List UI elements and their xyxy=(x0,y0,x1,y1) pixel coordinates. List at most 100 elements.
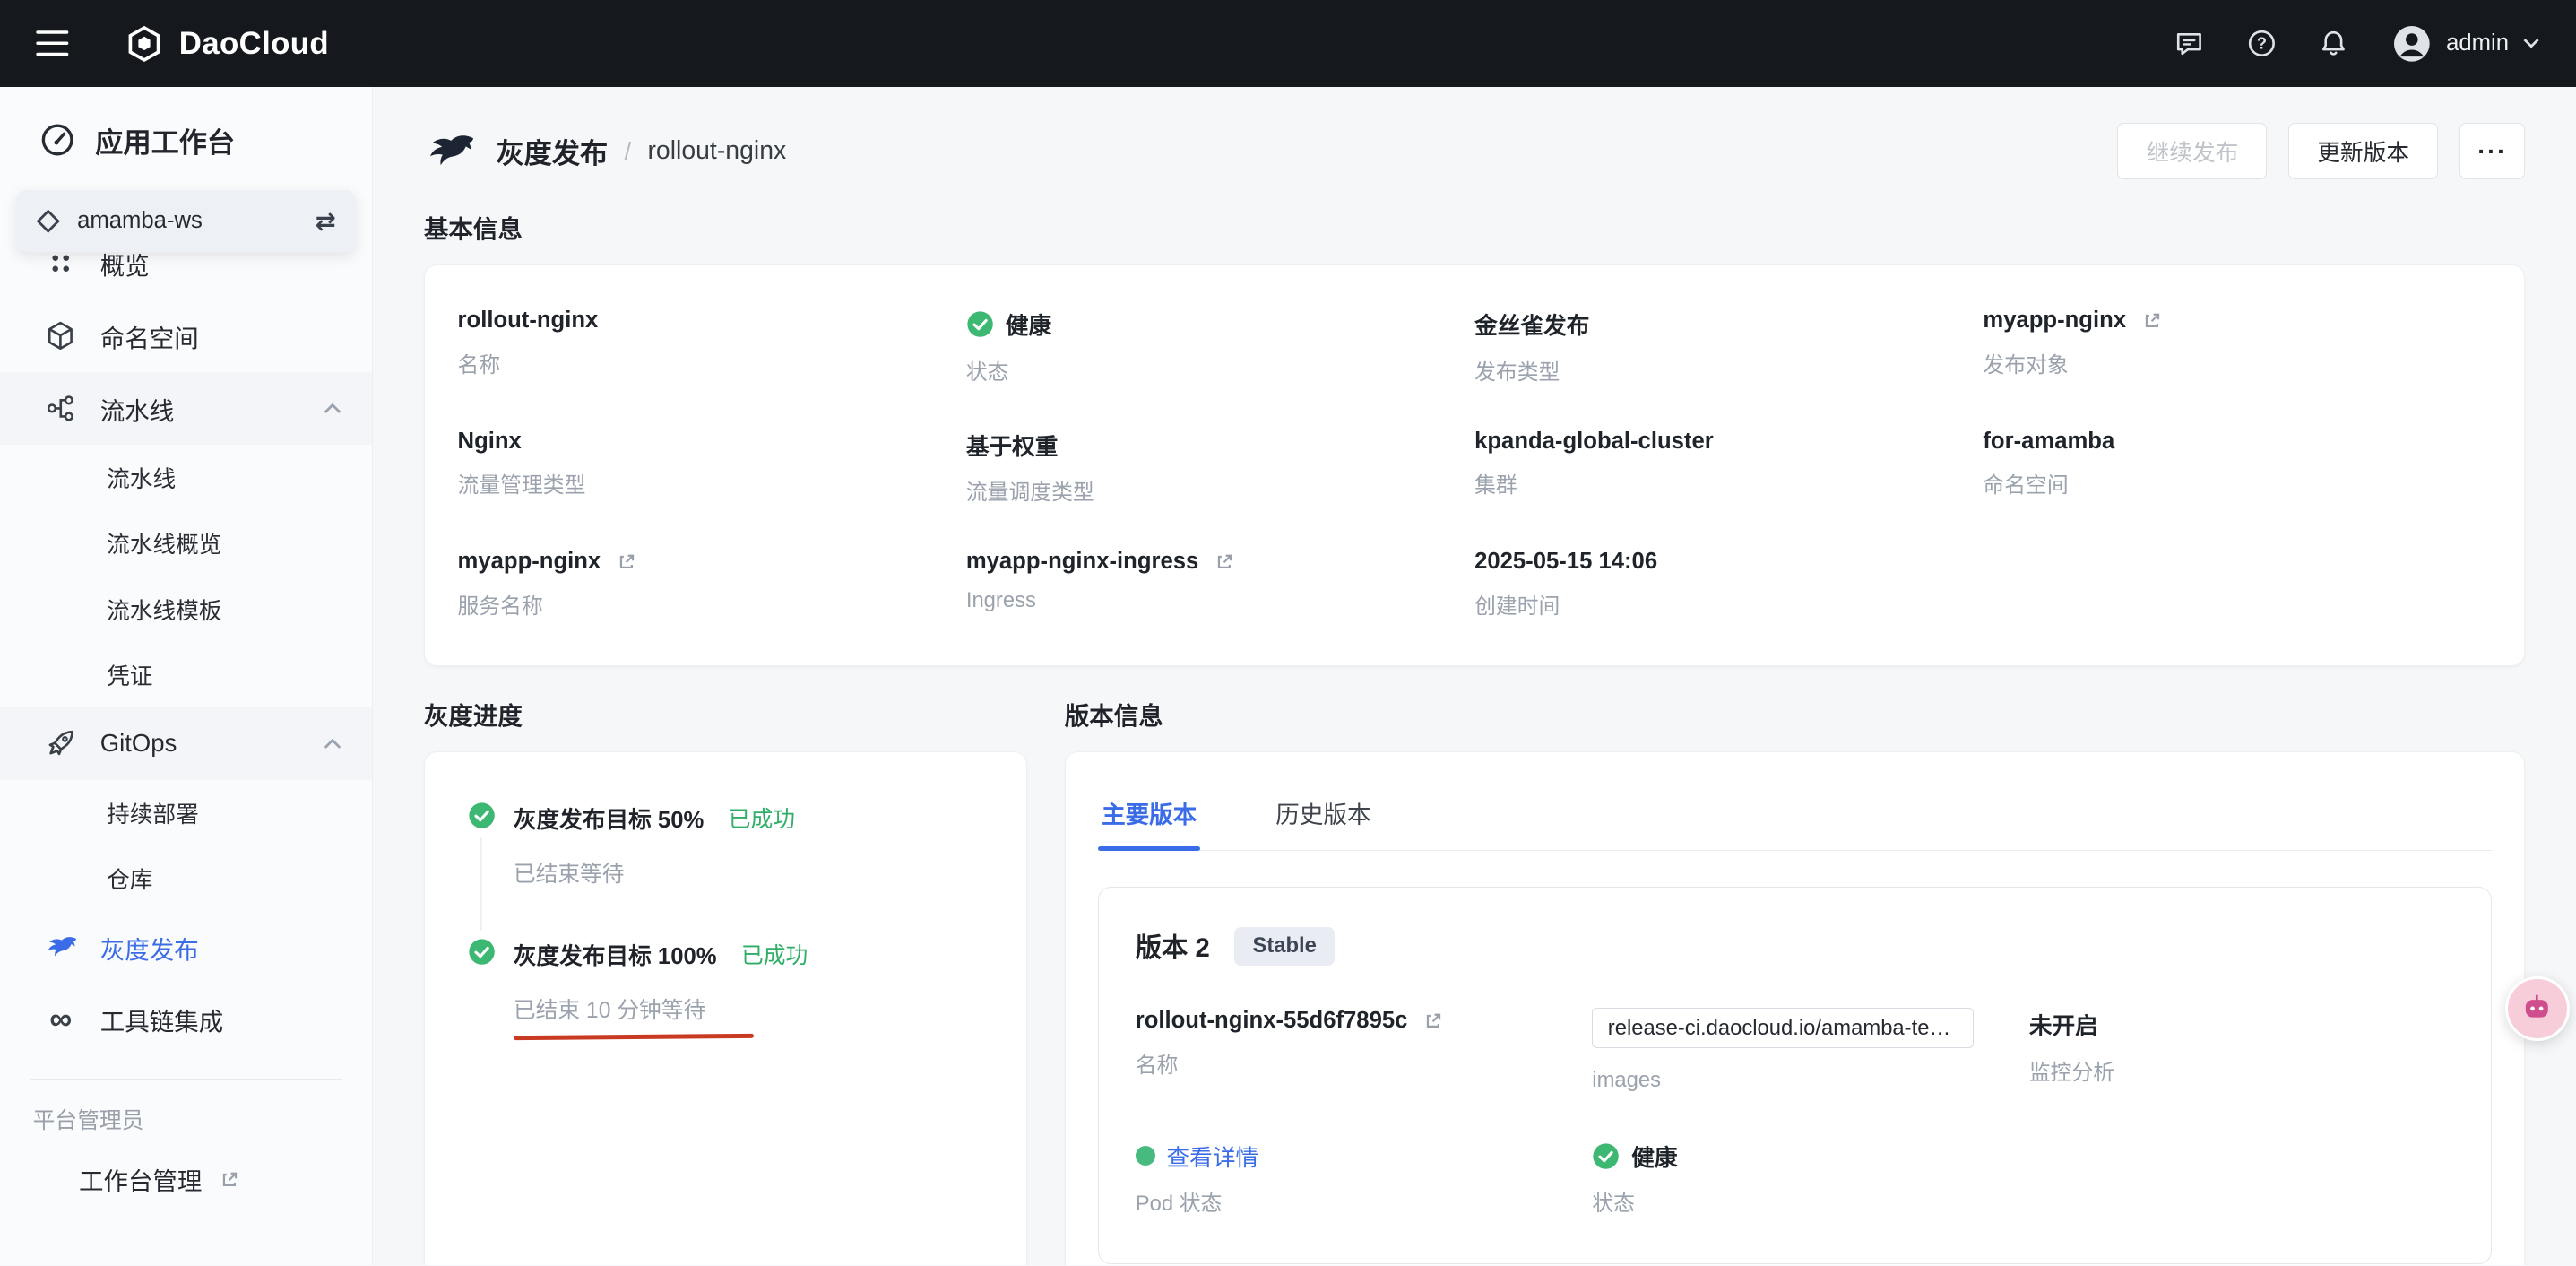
field-health-status: 健康 状态 xyxy=(1592,1140,2029,1218)
sidebar-item-workbench-admin[interactable]: 工作台管理 xyxy=(0,1145,372,1214)
more-actions-button[interactable]: ··· xyxy=(2459,123,2525,178)
external-link-icon xyxy=(219,1169,240,1191)
sidebar-item-label: 工具链集成 xyxy=(100,1002,223,1037)
pipeline-icon xyxy=(43,392,79,425)
field-cluster: kpanda-global-cluster 集群 xyxy=(1474,429,1983,507)
topbar: DaoCloud ? admin xyxy=(0,0,2576,87)
version-info-title: 版本信息 xyxy=(1065,696,2526,732)
field-release-target: myapp-nginx 发布对象 xyxy=(1983,308,2491,386)
step-detail: 已结束 10 分钟等待 xyxy=(514,993,983,1025)
sidebar-item-credentials[interactable]: 凭证 xyxy=(0,642,372,707)
chevron-up-icon xyxy=(323,737,342,750)
sidebar-item-repository[interactable]: 仓库 xyxy=(0,845,372,911)
avatar xyxy=(2390,22,2433,65)
sidebar-item-workbench-home[interactable]: 应用工作台 xyxy=(0,87,372,186)
field-empty xyxy=(1983,549,2491,620)
brand-name: DaoCloud xyxy=(179,26,329,62)
external-link-icon xyxy=(616,551,637,573)
check-circle-icon xyxy=(468,938,496,966)
field-empty xyxy=(2029,1140,2455,1218)
assistant-robot-icon xyxy=(2520,992,2554,1025)
version-detail-card: 版本 2 Stable rollout-nginx-55d6f7895c 名称 xyxy=(1098,887,2491,1264)
progress-title: 灰度进度 xyxy=(424,696,1027,732)
version-tabs: 主要版本 历史版本 xyxy=(1098,782,2491,851)
app-root: DaoCloud ? admin 应用工作台 xyxy=(0,0,2576,1265)
field-traffic-mgmt-type: Nginx 流量管理类型 xyxy=(458,429,966,507)
view-details-link[interactable]: 查看详情 xyxy=(1167,1140,1259,1173)
rocket-icon xyxy=(43,727,79,760)
chevron-down-icon xyxy=(2522,37,2540,50)
green-status-dot xyxy=(1136,1146,1155,1166)
infinity-icon: ∞ xyxy=(43,1003,79,1036)
svg-text:?: ? xyxy=(2256,34,2266,53)
breadcrumb-separator: / xyxy=(624,137,631,166)
workspace-name: amamba-ws xyxy=(77,208,203,234)
workbench-gauge-icon xyxy=(39,124,75,157)
canary-bird-icon xyxy=(424,130,477,173)
field-name: rollout-nginx 名称 xyxy=(458,308,966,386)
hamburger-menu-icon[interactable] xyxy=(36,30,69,56)
basic-info-title: 基本信息 xyxy=(424,209,2525,245)
user-menu[interactable]: admin xyxy=(2390,22,2540,65)
sidebar-section-platform-admin: 平台管理员 xyxy=(30,1079,342,1145)
sidebar-group-gitops[interactable]: GitOps xyxy=(0,707,372,780)
step-name: 灰度发布目标 50% xyxy=(514,802,704,835)
step-status: 已成功 xyxy=(741,938,808,970)
check-circle-icon xyxy=(966,310,994,338)
breadcrumb-root[interactable]: 灰度发布 xyxy=(497,131,609,171)
field-traffic-schedule-type: 基于权重 流量调度类型 xyxy=(966,429,1474,507)
sidebar-group-pipeline[interactable]: 流水线 xyxy=(0,372,372,445)
chevron-up-icon xyxy=(323,402,342,415)
sidebar-item-pipeline-template[interactable]: 流水线模板 xyxy=(0,576,372,641)
sidebar-item-pipeline-overview[interactable]: 流水线概览 xyxy=(0,510,372,576)
sidebar-item-toolchain[interactable]: ∞ 工具链集成 xyxy=(0,984,372,1056)
external-link-icon xyxy=(1422,1010,1444,1032)
images-value-box[interactable]: release-ci.daocloud.io/amamba-test... xyxy=(1592,1008,1973,1048)
workspace-diamond-icon xyxy=(36,209,60,233)
product-title: 应用工作台 xyxy=(95,120,235,160)
field-namespace: for-amamba 命名空间 xyxy=(1983,429,2491,507)
continue-release-button[interactable]: 继续发布 xyxy=(2117,123,2267,178)
step-detail: 已结束等待 xyxy=(514,856,983,889)
sidebar-item-label: 灰度发布 xyxy=(100,930,199,966)
message-icon[interactable] xyxy=(2174,28,2205,59)
overview-grid-icon xyxy=(43,247,79,281)
sidebar-item-pipeline[interactable]: 流水线 xyxy=(0,445,372,510)
field-pod-status: 查看详情 Pod 状态 xyxy=(1136,1140,1593,1218)
external-link-icon xyxy=(2141,310,2163,332)
brand-logo[interactable]: DaoCloud xyxy=(125,24,329,64)
namespace-cube-icon xyxy=(43,320,79,353)
step-connector xyxy=(480,837,482,931)
field-images: release-ci.daocloud.io/amamba-test... im… xyxy=(1592,1008,2029,1093)
sidebar-item-namespace[interactable]: 命名空间 xyxy=(0,300,372,373)
step-status: 已成功 xyxy=(729,802,795,834)
field-ingress: myapp-nginx-ingress Ingress xyxy=(966,549,1474,620)
external-link-icon xyxy=(1214,551,1235,573)
step-name: 灰度发布目标 100% xyxy=(514,938,717,971)
tab-history-version[interactable]: 历史版本 xyxy=(1273,782,1375,850)
hand-drawn-underline xyxy=(514,1033,754,1040)
field-release-type: 金丝雀发布 发布类型 xyxy=(1474,308,1983,386)
version-name: 版本 2 xyxy=(1136,927,1210,965)
tab-main-version[interactable]: 主要版本 xyxy=(1098,782,1200,850)
sidebar: 应用工作台 amamba-ws ⇄ 概览 命名空间 流水 xyxy=(0,87,373,1265)
sidebar-item-label: 命名空间 xyxy=(100,318,199,354)
daocloud-logo-icon xyxy=(125,24,164,64)
sidebar-item-continuous-deploy[interactable]: 持续部署 xyxy=(0,780,372,845)
sidebar-item-canary-release[interactable]: 灰度发布 xyxy=(0,911,372,984)
workspace-switch-icon[interactable]: ⇄ xyxy=(316,207,336,236)
progress-step-2: 灰度发布目标 100% 已成功 已结束 10 分钟等待 xyxy=(468,938,983,1039)
stable-badge: Stable xyxy=(1234,927,1335,966)
workspace-selector[interactable]: amamba-ws ⇄ xyxy=(16,190,355,253)
update-version-button[interactable]: 更新版本 xyxy=(2288,123,2438,178)
help-icon[interactable]: ? xyxy=(2246,28,2278,59)
basic-info-card: rollout-nginx 名称 健康 状态 金丝雀发布 发布类型 my xyxy=(424,264,2525,666)
canary-bird-icon xyxy=(43,931,79,964)
sidebar-group-label: 流水线 xyxy=(100,391,174,427)
floating-assistant-button[interactable] xyxy=(2505,976,2570,1041)
sidebar-item-label: 工作台管理 xyxy=(79,1161,202,1197)
page-header: 灰度发布 / rollout-nginx 继续发布 更新版本 ··· xyxy=(424,113,2525,188)
notification-bell-icon[interactable] xyxy=(2318,28,2349,59)
main-content: 灰度发布 / rollout-nginx 继续发布 更新版本 ··· 基本信息 … xyxy=(373,87,2576,1265)
field-replicaset-name: rollout-nginx-55d6f7895c 名称 xyxy=(1136,1008,1593,1093)
